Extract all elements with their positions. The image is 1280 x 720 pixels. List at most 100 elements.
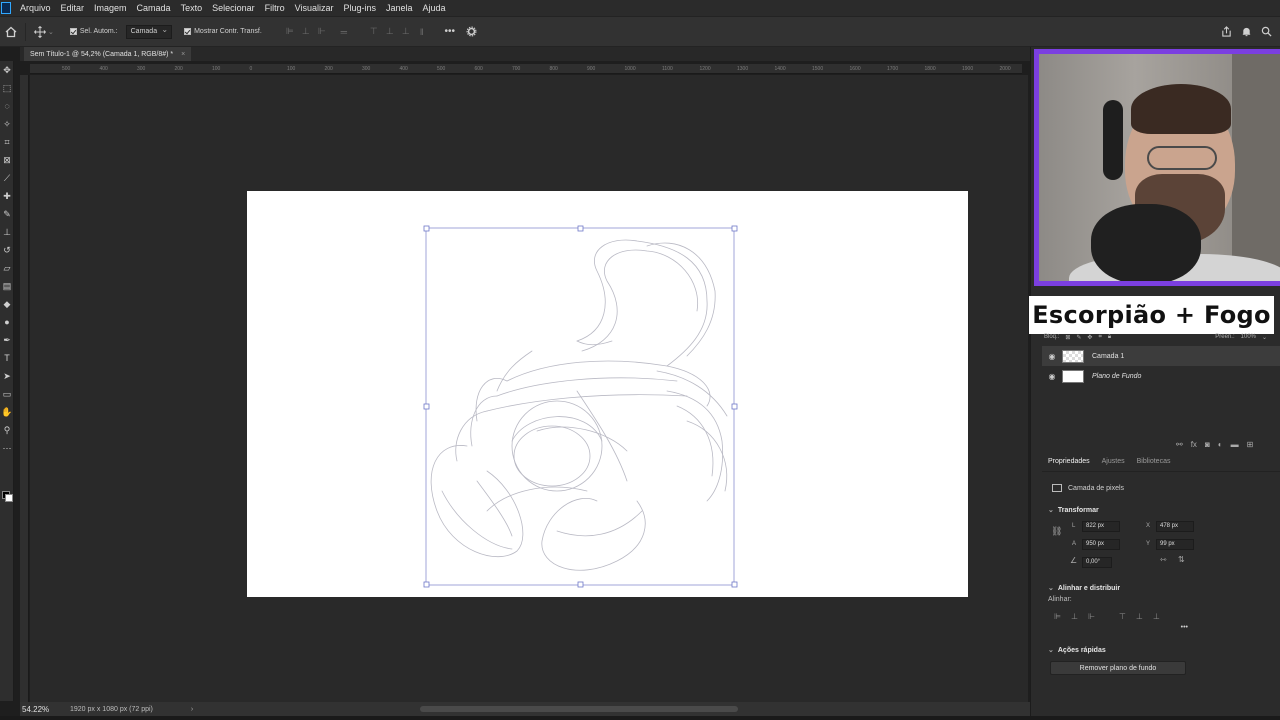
lock-all-icon[interactable]: 🔒︎ (1108, 334, 1111, 341)
flip-vertical-icon[interactable]: ⇅ (1178, 555, 1185, 564)
fx-icon[interactable]: fx (1191, 440, 1197, 449)
zoom-tool-icon[interactable]: ⚲ (0, 421, 14, 439)
show-transform-controls-checkbox[interactable]: Mostrar Contr. Transf. (184, 28, 262, 35)
eyedropper-tool-icon[interactable]: ⟋ (0, 169, 14, 187)
distribute-icon[interactable]: ═ (338, 26, 350, 38)
menu-item-plug-ins[interactable]: Plug-ins (338, 3, 381, 13)
move-icon[interactable] (32, 24, 48, 40)
align-left-icon[interactable]: ⊫ (284, 26, 296, 38)
align-bottom-edges-icon[interactable]: ⊥ (1153, 612, 1160, 621)
home-icon[interactable] (3, 24, 19, 40)
align-middle-icon[interactable]: ⊥ (384, 26, 396, 38)
angle-value[interactable]: 0,00° (1082, 556, 1112, 568)
align-center-h-icon[interactable]: ⊥ (300, 26, 312, 38)
close-icon[interactable]: × (181, 51, 185, 58)
brush-tool-icon[interactable]: ✎ (0, 205, 14, 223)
handle-bottom-center[interactable] (577, 581, 584, 588)
menu-item-filtro[interactable]: Filtro (260, 3, 290, 13)
handle-top-left[interactable] (423, 225, 430, 232)
distribute-vertical-icon[interactable]: ‖ (416, 26, 428, 38)
transform-bounding-box[interactable] (423, 225, 738, 588)
dodge-tool-icon[interactable]: ● (0, 313, 14, 331)
visibility-eye-icon[interactable]: ◉ (1042, 372, 1062, 381)
marquee-tool-icon[interactable]: ⬚ (0, 79, 14, 97)
move-preset-chevron-icon[interactable]: ⌄ (48, 28, 54, 36)
lock-artboard-icon[interactable]: ⌗ (1098, 334, 1101, 341)
menu-item-editar[interactable]: Editar (56, 3, 90, 13)
menu-item-ajuda[interactable]: Ajuda (418, 3, 451, 13)
handle-middle-left[interactable] (423, 403, 430, 410)
type-tool-icon[interactable]: T (0, 349, 14, 367)
align-bottom-icon[interactable]: ⊥ (400, 26, 412, 38)
search-icon[interactable] (1258, 24, 1274, 40)
flip-horizontal-icon[interactable]: ⇿ (1160, 555, 1167, 564)
adjustment-layer-icon[interactable]: ◐ (1218, 440, 1223, 449)
background-color-swatch[interactable] (5, 494, 13, 502)
align-vertical-centers-icon[interactable]: ⊥ (1136, 612, 1143, 621)
blur-tool-icon[interactable]: ◆ (0, 295, 14, 313)
status-expand-icon[interactable]: › (191, 706, 193, 713)
quick-actions-section-header[interactable]: ⌄ Ações rápidas (1042, 642, 1280, 658)
visibility-eye-icon[interactable]: ◉ (1042, 352, 1062, 361)
document-tab[interactable]: Sem Título-1 @ 54,2% (Camada 1, RGB/8#) … (24, 47, 192, 61)
bell-icon[interactable] (1238, 24, 1254, 40)
gear-icon[interactable] (464, 24, 480, 40)
y-value[interactable]: 99 px (1156, 538, 1194, 550)
move-tool-icon[interactable]: ✥ (0, 61, 14, 79)
x-value[interactable]: 478 px (1156, 520, 1194, 532)
horizontal-scrollbar[interactable] (420, 706, 738, 712)
pen-tool-icon[interactable]: ✒ (0, 331, 14, 349)
width-field[interactable]: L 822 px (1072, 520, 1120, 532)
lock-transparency-icon[interactable]: ⊠ (1065, 334, 1070, 341)
fill-chevron-icon[interactable]: ⌄ (1262, 334, 1276, 341)
handle-top-center[interactable] (577, 225, 584, 232)
path-selection-tool-icon[interactable]: ➤ (0, 367, 14, 385)
remove-background-button[interactable]: Remover plano de fundo (1050, 661, 1186, 675)
gradient-tool-icon[interactable]: ▤ (0, 277, 14, 295)
eraser-tool-icon[interactable]: ▱ (0, 259, 14, 277)
link-layers-icon[interactable]: ⚯ (1176, 440, 1183, 449)
transform-section-header[interactable]: ⌄ Transformar (1042, 502, 1280, 518)
menu-item-camada[interactable]: Camada (132, 3, 176, 13)
stamp-tool-icon[interactable]: ⊥ (0, 223, 14, 241)
more-tools-icon[interactable]: ⋯ (0, 439, 14, 457)
handle-bottom-left[interactable] (423, 581, 430, 588)
hand-tool-icon[interactable]: ✋ (0, 403, 14, 421)
y-field[interactable]: Y 99 px (1146, 538, 1194, 550)
handle-top-right[interactable] (731, 225, 738, 232)
new-group-icon[interactable]: ▬ (1231, 440, 1239, 449)
share-icon[interactable] (1218, 24, 1234, 40)
align-section-header[interactable]: ⌄ Alinhar e distribuir (1042, 580, 1280, 596)
add-mask-icon[interactable]: ◙ (1205, 440, 1210, 449)
link-dimensions-icon[interactable]: ⛓ (1051, 526, 1062, 537)
layer-row[interactable]: ◉ Plano de Fundo (1042, 366, 1280, 386)
history-brush-tool-icon[interactable]: ↺ (0, 241, 14, 259)
more-options-icon[interactable]: ••• (442, 24, 458, 40)
handle-bottom-right[interactable] (731, 581, 738, 588)
tab-adjustments[interactable]: Ajustes (1102, 458, 1125, 471)
fill-value[interactable]: 100% (1241, 334, 1256, 340)
document-canvas[interactable] (247, 191, 968, 597)
x-field[interactable]: X 478 px (1146, 520, 1194, 532)
layer-row[interactable]: ◉ Camada 1 (1042, 346, 1280, 366)
align-left-edges-icon[interactable]: ⊫ (1054, 612, 1061, 621)
tab-properties[interactable]: Propriedades (1048, 458, 1090, 471)
lasso-tool-icon[interactable]: ◌ (0, 97, 14, 115)
frame-tool-icon[interactable]: ⊠ (0, 151, 14, 169)
auto-select-checkbox[interactable]: Sel. Autom.: (69, 28, 118, 35)
new-layer-icon[interactable]: ⊞ (1247, 440, 1254, 449)
crop-tool-icon[interactable]: ⌗ (0, 133, 14, 151)
menu-item-imagem[interactable]: Imagem (89, 3, 132, 13)
handle-middle-right[interactable] (731, 403, 738, 410)
angle-field[interactable]: 0,00° (1082, 556, 1112, 568)
tab-libraries[interactable]: Bibliotecas (1137, 458, 1171, 471)
auto-select-target-dropdown[interactable]: Camada (125, 24, 173, 39)
menu-item-arquivo[interactable]: Arquivo (15, 3, 56, 13)
more-align-options[interactable]: ••• (1042, 624, 1280, 636)
menu-item-visualizar[interactable]: Visualizar (290, 3, 339, 13)
menu-item-janela[interactable]: Janela (381, 3, 418, 13)
align-top-icon[interactable]: ⊤ (368, 26, 380, 38)
align-top-edges-icon[interactable]: ⊤ (1119, 612, 1126, 621)
width-value[interactable]: 822 px (1082, 520, 1120, 532)
menu-item-texto[interactable]: Texto (176, 3, 208, 13)
